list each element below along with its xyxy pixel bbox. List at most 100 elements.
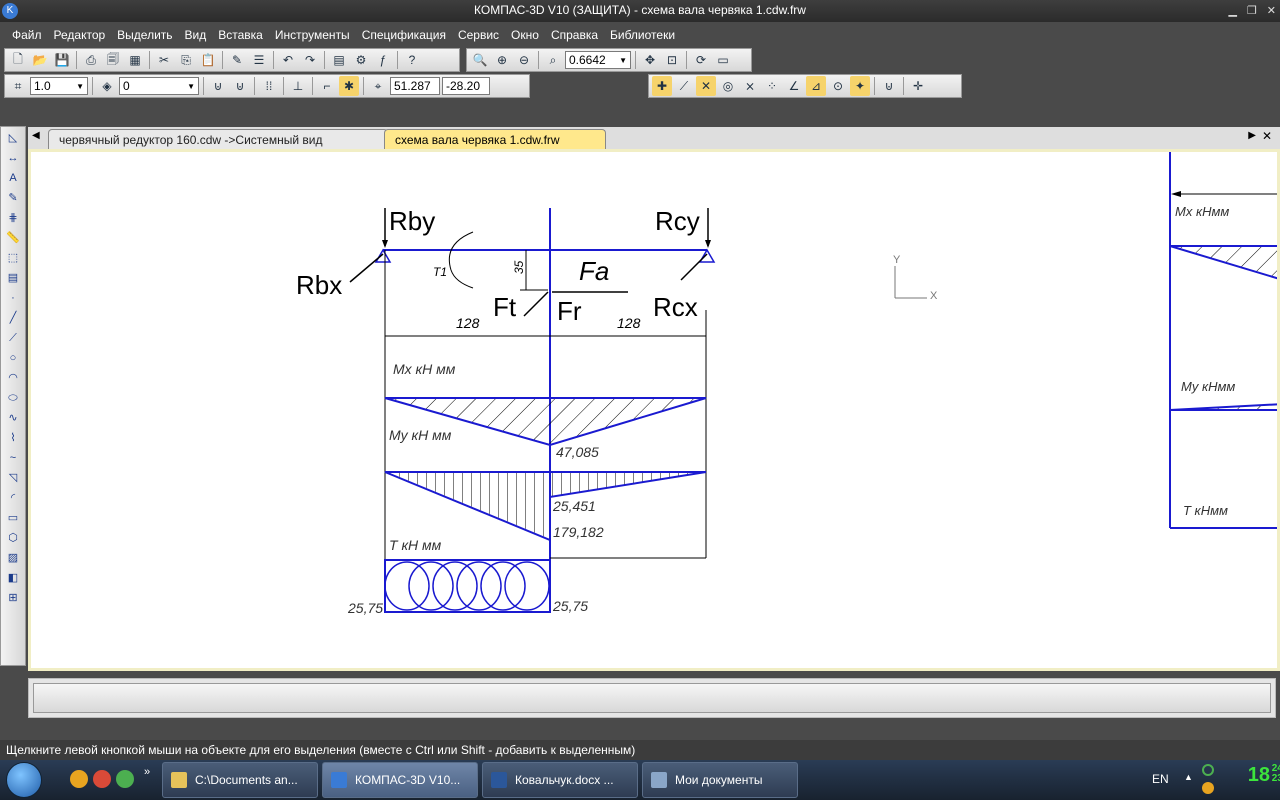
spline-icon[interactable]: ∿ — [3, 409, 23, 427]
quicklaunch-browser-icon[interactable] — [116, 770, 134, 788]
tabs-scroll-right-icon[interactable]: ▶ — [1248, 130, 1256, 141]
close-icon[interactable]: ✕ — [1267, 4, 1276, 17]
step-combo[interactable]: 1.0 ▼ — [30, 77, 88, 95]
print-icon[interactable]: ⎙ — [81, 50, 101, 70]
snap-tangent-icon[interactable]: ⟋ — [674, 76, 694, 96]
task-documents[interactable]: Мои документы — [642, 762, 798, 798]
grid-icon[interactable]: ⁞⁞ — [259, 76, 279, 96]
snap-magnet-icon[interactable]: ⊍ — [879, 76, 899, 96]
zoom-in-icon[interactable]: ⊕ — [492, 50, 512, 70]
tab-reducer[interactable]: червячный редуктор 160.cdw ->Системный в… — [48, 129, 388, 149]
snap-along-icon[interactable]: ⁘ — [762, 76, 782, 96]
cut-icon[interactable]: ✂ — [154, 50, 174, 70]
hatch-icon[interactable]: ▨ — [3, 549, 23, 567]
bezier-icon[interactable]: ~ — [3, 449, 23, 467]
list-icon[interactable]: ☰ — [249, 50, 269, 70]
arc-icon[interactable]: ◠ — [3, 369, 23, 387]
ortho-icon[interactable]: ⌐ — [317, 76, 337, 96]
copy-icon[interactable]: ⎘ — [176, 50, 196, 70]
polygon-icon[interactable]: ⬡ — [3, 529, 23, 547]
tray-expand-icon[interactable]: ▲ — [1184, 772, 1193, 782]
rectangle-icon[interactable]: ▭ — [3, 509, 23, 527]
snap-midpoint-icon[interactable]: ⨯ — [740, 76, 760, 96]
preview-icon[interactable]: 🗐 — [103, 50, 123, 70]
menu-specification[interactable]: Спецификация — [356, 28, 452, 42]
quicklaunch-more-icon[interactable]: » — [144, 766, 150, 778]
quicklaunch-app-icon[interactable] — [70, 770, 88, 788]
zoom-scale-icon[interactable]: ⌕ — [543, 50, 563, 70]
drawing-canvas[interactable]: Rby Rcy Rbx Rcx Fa Ft Fr T1 128 128 35 M… — [28, 149, 1280, 671]
select-icon[interactable]: ⬚ — [3, 249, 23, 267]
tray-status-icon[interactable] — [1202, 764, 1214, 776]
menu-select[interactable]: Выделить — [111, 28, 178, 42]
menu-tools[interactable]: Инструменты — [269, 28, 356, 42]
layer-combo[interactable]: 0 ▼ — [119, 77, 199, 95]
menu-service[interactable]: Сервис — [452, 28, 505, 42]
open-file-icon[interactable]: 📂 — [30, 50, 50, 70]
snap-center-icon[interactable]: ⊙ — [828, 76, 848, 96]
chrome-icon[interactable] — [93, 770, 111, 788]
segment-icon[interactable]: ⟋ — [3, 329, 23, 347]
contour-icon[interactable]: ◧ — [3, 569, 23, 587]
manager-icon[interactable]: ▦ — [125, 50, 145, 70]
task-kompas[interactable]: КОМПАС-3D V10... — [322, 762, 478, 798]
tabs-scroll-left-icon[interactable]: ◀ — [32, 130, 40, 141]
calculator-icon[interactable]: ▤ — [329, 50, 349, 70]
undo-icon[interactable]: ↶ — [278, 50, 298, 70]
new-file-icon[interactable]: 🗋 — [8, 50, 28, 70]
drawing-svg[interactable]: Rby Rcy Rbx Rcx Fa Ft Fr T1 128 128 35 M… — [31, 152, 1280, 668]
menu-file[interactable]: Файл — [6, 28, 48, 42]
language-indicator[interactable]: EN — [1152, 772, 1169, 786]
layer-icon[interactable]: ◈ — [97, 76, 117, 96]
redo-icon[interactable]: ↷ — [300, 50, 320, 70]
variables-icon[interactable]: ⚙ — [351, 50, 371, 70]
annotation-icon[interactable]: A — [3, 169, 23, 187]
paste-icon[interactable]: 📋 — [198, 50, 218, 70]
snap-nearest-icon[interactable]: ✚ — [652, 76, 672, 96]
measure-icon[interactable]: 📏 — [3, 229, 23, 247]
snap-magnet-icon[interactable]: ⊍ — [208, 76, 228, 96]
snap-point-icon[interactable]: ✦ — [850, 76, 870, 96]
minimize-icon[interactable]: ▁ — [1228, 4, 1236, 17]
tab-shaft-scheme[interactable]: схема вала червяка 1.cdw.frw — [384, 129, 606, 149]
help-pointer-icon[interactable]: ? — [402, 50, 422, 70]
zoom-combo[interactable]: 0.6642 ▼ — [565, 51, 631, 69]
x-coordinate-field[interactable]: 51.287 — [390, 77, 440, 95]
step-icon[interactable]: ⌗ — [8, 76, 28, 96]
y-coordinate-field[interactable]: -28.20 — [442, 77, 490, 95]
properties-panel-body[interactable] — [33, 683, 1271, 713]
tray-mail-icon[interactable] — [1202, 782, 1214, 794]
save-icon[interactable]: 💾 — [52, 50, 72, 70]
geometry-icon[interactable]: ◺ — [3, 129, 23, 147]
snap-quadrant-icon[interactable]: ◎ — [718, 76, 738, 96]
fillet-icon[interactable]: ◜ — [3, 489, 23, 507]
task-explorer[interactable]: C:\Documents an... — [162, 762, 318, 798]
show-all-icon[interactable]: ⊡ — [662, 50, 682, 70]
snap-angle-icon[interactable]: ∠ — [784, 76, 804, 96]
refresh-icon[interactable]: ⟳ — [691, 50, 711, 70]
snap-active-icon[interactable]: ✱ — [339, 76, 359, 96]
coordinate-system-icon[interactable]: ⊥ — [288, 76, 308, 96]
menu-window[interactable]: Окно — [505, 28, 545, 42]
close-tab-icon[interactable]: ✕ — [1262, 129, 1272, 143]
restore-icon[interactable]: ❐ — [1247, 4, 1257, 17]
edit-icon[interactable]: ✎ — [3, 189, 23, 207]
screen-icon[interactable]: ▭ — [713, 50, 733, 70]
zoom-out-icon[interactable]: ⊖ — [514, 50, 534, 70]
spec-icon[interactable]: ▤ — [3, 269, 23, 287]
menu-insert[interactable]: Вставка — [212, 28, 269, 42]
snap-options-icon[interactable]: ✛ — [908, 76, 928, 96]
clock[interactable]: 182423 — [1248, 764, 1280, 787]
menu-edit[interactable]: Редактор — [48, 28, 112, 42]
circle-icon[interactable]: ○ — [3, 349, 23, 367]
line-icon[interactable]: ╱ — [3, 309, 23, 327]
menu-libraries[interactable]: Библиотеки — [604, 28, 681, 42]
snap-normal-icon[interactable]: ⊿ — [806, 76, 826, 96]
menu-help[interactable]: Справка — [545, 28, 604, 42]
ellipse-icon[interactable]: ⬭ — [3, 389, 23, 407]
menu-view[interactable]: Вид — [179, 28, 213, 42]
start-button[interactable] — [6, 762, 42, 798]
task-word[interactable]: Ковальчук.docx ... — [482, 762, 638, 798]
point-icon[interactable]: · — [3, 289, 23, 307]
function-icon[interactable]: ƒ — [373, 50, 393, 70]
